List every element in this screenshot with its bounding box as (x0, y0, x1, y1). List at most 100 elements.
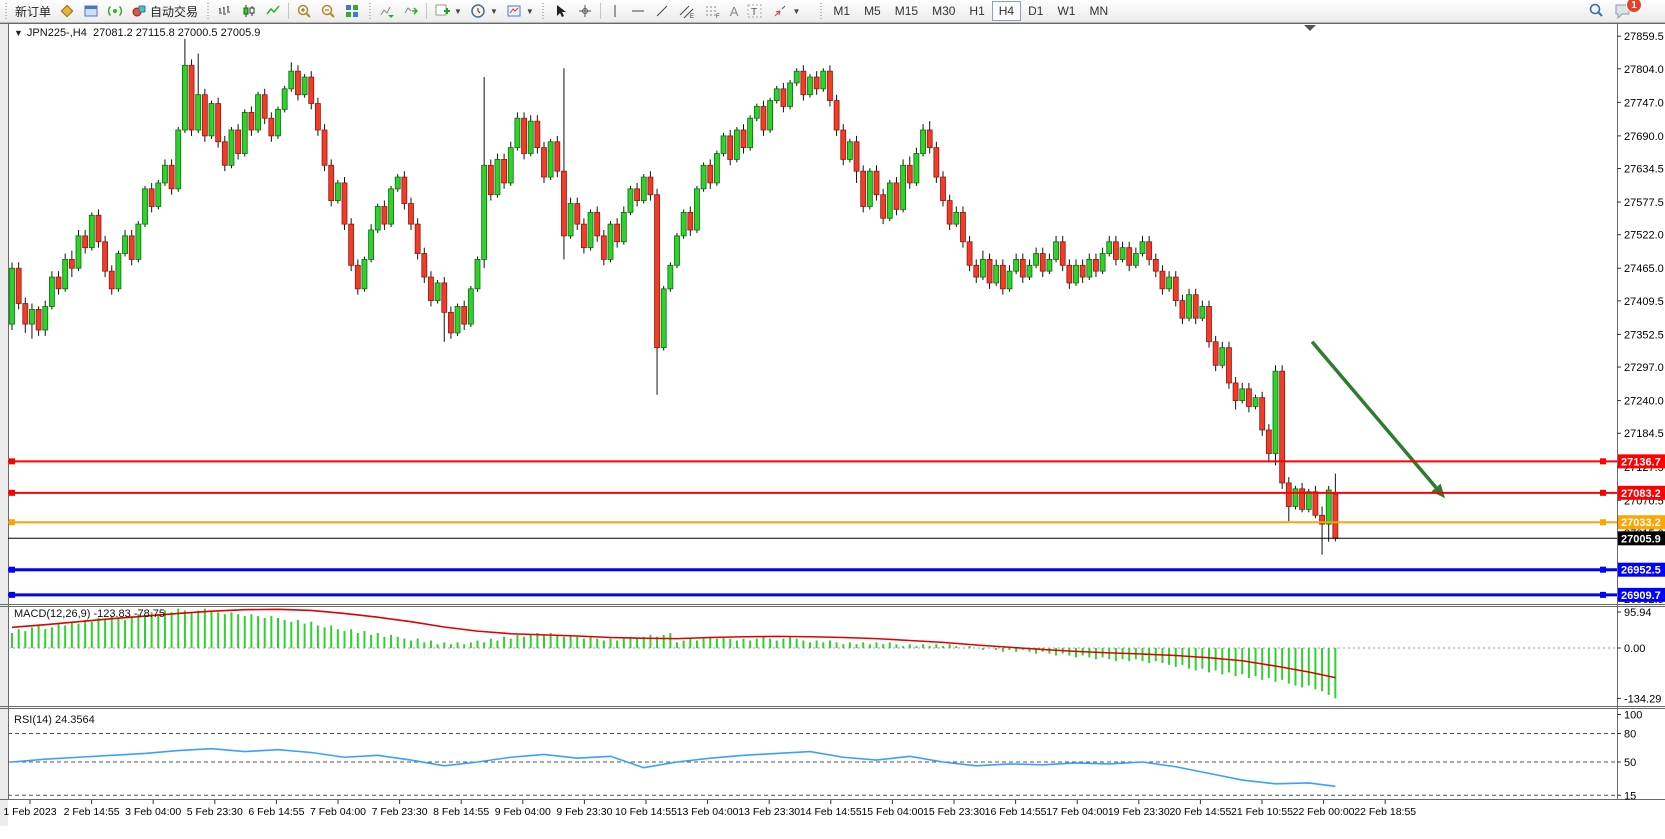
svg-text:0.00: 0.00 (1624, 643, 1645, 655)
rsi-line (12, 749, 1335, 787)
hline-27005.9[interactable]: 27005.9 (8, 531, 1665, 545)
svg-text:95.94: 95.94 (1624, 607, 1652, 619)
zoom-out-icon[interactable] (316, 0, 340, 22)
toolbar-separator (600, 3, 601, 19)
svg-text:22 Feb 00:00: 22 Feb 00:00 (1293, 806, 1355, 818)
svg-text:80: 80 (1624, 729, 1636, 741)
indicators-button[interactable]: ▼ (430, 0, 466, 22)
annotation-arrow[interactable] (1312, 342, 1445, 498)
auto-scroll-icon[interactable] (375, 0, 399, 22)
zoom-in-icon[interactable] (292, 0, 316, 22)
templates-button[interactable]: ▼ (502, 0, 538, 22)
svg-text:9 Feb 04:00: 9 Feb 04:00 (495, 806, 551, 818)
notification-badge: 1 (1626, 0, 1642, 13)
macd-axis[interactable]: 95.940.00-134.29 (1617, 607, 1661, 705)
signals-icon[interactable] (103, 0, 127, 22)
svg-text:27522.0: 27522.0 (1624, 230, 1664, 242)
toolbar-grip[interactable] (3, 3, 8, 19)
tf-m1-button[interactable]: M1 (826, 1, 857, 21)
tf-h4-button[interactable]: H4 (992, 1, 1021, 21)
tf-m5-button[interactable]: M5 (857, 1, 888, 21)
tf-m15-button[interactable]: M15 (888, 1, 925, 21)
svg-text:26952.5: 26952.5 (1621, 565, 1661, 577)
hline-27033.2[interactable]: 27033.2 (8, 515, 1665, 529)
svg-text:27297.0: 27297.0 (1624, 362, 1664, 374)
svg-text:27690.0: 27690.0 (1624, 131, 1664, 143)
fibonacci-icon[interactable]: F (700, 0, 726, 22)
arrows-button[interactable]: ▼ (768, 0, 804, 22)
trading-platform-window: 27859.527804.027747.027690.027634.527577… (0, 0, 1665, 839)
dropdown-caret-icon: ▼ (490, 7, 498, 16)
crosshair-icon[interactable] (573, 0, 597, 22)
svg-text:5 Feb 23:30: 5 Feb 23:30 (187, 806, 243, 818)
trendline-icon[interactable] (650, 0, 674, 22)
tf-mn-button[interactable]: MN (1082, 1, 1115, 21)
chat-notification-button[interactable]: 1 (1609, 0, 1637, 22)
horizontal-line-icon[interactable] (626, 0, 650, 22)
line-chart-icon[interactable] (261, 0, 285, 22)
gold-tag-icon[interactable] (55, 0, 79, 22)
chart-title: JPN225-,H4 (27, 27, 87, 39)
chart-shift-icon[interactable] (399, 0, 423, 22)
periods-button[interactable]: ▼ (466, 0, 502, 22)
svg-text:13 Feb 23:30: 13 Feb 23:30 (738, 806, 800, 818)
svg-text:27184.5: 27184.5 (1624, 428, 1664, 440)
svg-text:10 Feb 14:55: 10 Feb 14:55 (615, 806, 677, 818)
svg-text:27352.5: 27352.5 (1624, 329, 1664, 341)
vertical-line-icon[interactable] (604, 0, 626, 22)
chart-shift-marker[interactable] (1304, 25, 1316, 31)
candlestick-icon[interactable] (237, 0, 261, 22)
search-icon[interactable] (1583, 0, 1609, 22)
tf-d1-button[interactable]: D1 (1021, 1, 1050, 21)
svg-text:6 Feb 14:55: 6 Feb 14:55 (248, 806, 304, 818)
hline-26909.7[interactable]: 26909.7 (8, 588, 1665, 602)
macd-indicator-label: MACD(12,26,9) -123.83 -78.75 (14, 608, 165, 620)
toolbar-grip[interactable] (818, 3, 823, 19)
terminal-icon[interactable] (79, 0, 103, 22)
new-order-button[interactable]: 新订单 (11, 0, 55, 22)
svg-text:27747.0: 27747.0 (1624, 97, 1664, 109)
cursor-icon[interactable] (549, 0, 573, 22)
text-icon[interactable]: A (726, 0, 743, 22)
hline-27083.2[interactable]: 27083.2 (8, 486, 1665, 500)
svg-text:27577.5: 27577.5 (1624, 197, 1664, 209)
svg-text:27136.7: 27136.7 (1621, 456, 1661, 468)
tile-windows-icon[interactable] (340, 0, 364, 22)
tf-m30-button[interactable]: M30 (925, 1, 962, 21)
time-axis[interactable]: 1 Feb 20232 Feb 14:553 Feb 04:005 Feb 23… (3, 800, 1416, 818)
rsi-axis[interactable]: 100805015 (1617, 710, 1642, 803)
svg-text:8 Feb 14:55: 8 Feb 14:55 (433, 806, 489, 818)
tf-h1-button[interactable]: H1 (962, 1, 991, 21)
autotrade-button[interactable]: 自动交易 (127, 0, 202, 22)
svg-text:15 Feb 23:30: 15 Feb 23:30 (923, 806, 985, 818)
toolbar-grip[interactable] (367, 3, 372, 19)
toolbar-separator (426, 3, 427, 19)
chart-ohlc-readout: 27081.2 27115.8 27000.5 27005.9 (93, 27, 260, 39)
svg-text:100: 100 (1624, 710, 1642, 722)
svg-text:27083.2: 27083.2 (1621, 488, 1661, 500)
svg-text:14 Feb 14:55: 14 Feb 14:55 (800, 806, 862, 818)
svg-text:27804.0: 27804.0 (1624, 64, 1664, 76)
svg-text:16 Feb 14:55: 16 Feb 14:55 (985, 806, 1047, 818)
text-label-icon[interactable]: T (742, 0, 768, 22)
svg-text:T: T (751, 7, 757, 18)
svg-text:7 Feb 04:00: 7 Feb 04:00 (310, 806, 366, 818)
svg-text:13 Feb 04:00: 13 Feb 04:00 (677, 806, 739, 818)
svg-text:3 Feb 04:00: 3 Feb 04:00 (125, 806, 181, 818)
chart-area[interactable]: 27859.527804.027747.027690.027634.527577… (0, 0, 1665, 839)
candlestick-chart-surface[interactable]: 27859.527804.027747.027690.027634.527577… (0, 0, 1665, 839)
toolbar-grip[interactable] (541, 3, 546, 19)
hline-26952.5[interactable]: 26952.5 (8, 563, 1665, 577)
svg-text:15: 15 (1624, 790, 1636, 802)
svg-text:27634.5: 27634.5 (1624, 164, 1664, 176)
bar-chart-icon[interactable] (213, 0, 237, 22)
channel-icon[interactable]: E (674, 0, 700, 22)
tf-w1-button[interactable]: W1 (1050, 1, 1082, 21)
dropdown-caret-icon: ▼ (792, 7, 800, 16)
chart-title-bar[interactable]: ▼ JPN225-,H4 27081.2 27115.8 27000.5 2700… (14, 27, 260, 39)
svg-text:27409.5: 27409.5 (1624, 296, 1664, 308)
svg-text:26909.7: 26909.7 (1621, 590, 1661, 602)
symbol-dropdown-icon[interactable]: ▼ (14, 28, 23, 38)
svg-text:F: F (716, 14, 720, 19)
toolbar-grip[interactable] (205, 3, 210, 19)
